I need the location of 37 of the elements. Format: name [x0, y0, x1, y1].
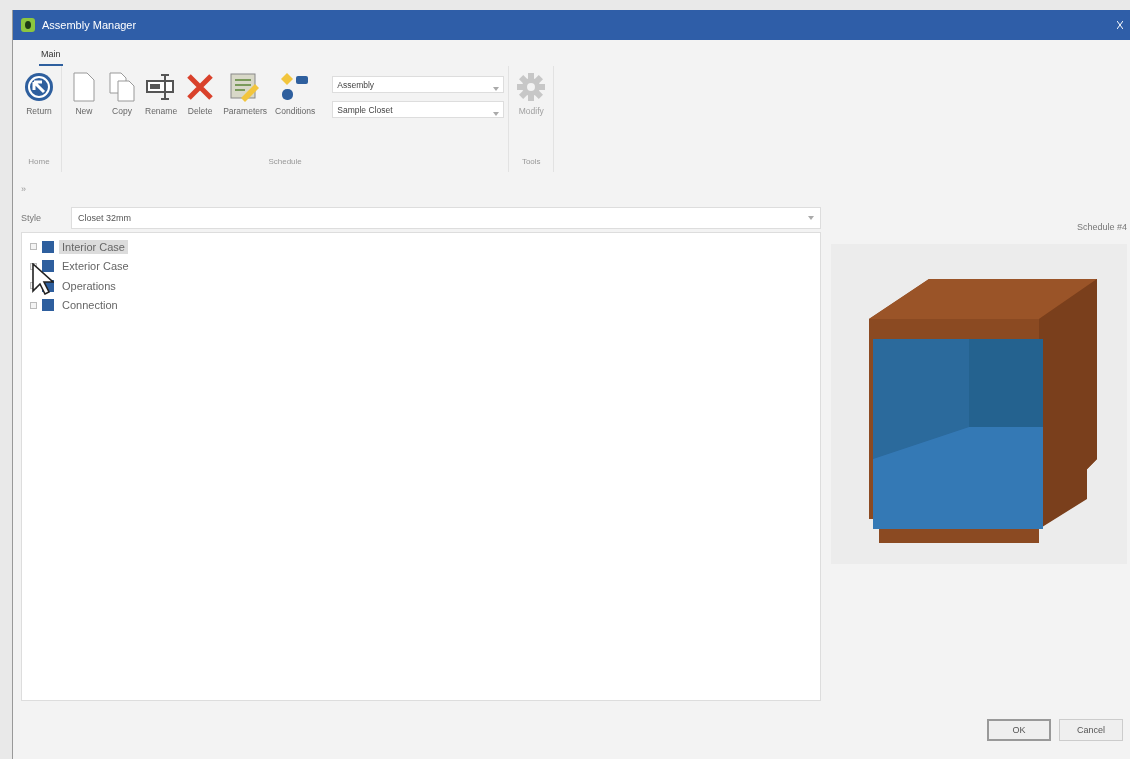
folder-square-icon	[42, 260, 54, 273]
mouse-cursor-icon	[32, 263, 54, 295]
style-dropdown[interactable]: Closet 32mm	[71, 207, 821, 229]
tree-item[interactable]: Operations	[59, 278, 119, 293]
window-title: Assembly Manager	[42, 19, 137, 31]
group-label: Home	[27, 157, 51, 168]
tree-item[interactable]: Exterior Case	[59, 259, 132, 274]
copy-icon	[109, 72, 135, 102]
folder-square-icon	[42, 299, 54, 312]
dropdown[interactable]: Assembly	[332, 76, 505, 93]
blank-page-icon	[72, 72, 96, 102]
ribbon-tab[interactable]: Main	[39, 46, 63, 66]
field-label: Style	[21, 213, 42, 223]
group-label: Schedule	[267, 157, 303, 168]
close-icon[interactable]	[1117, 21, 1123, 29]
dialog-button[interactable]: OK	[987, 719, 1051, 741]
schedule-title: Schedule #4	[1075, 221, 1127, 234]
dialog-button[interactable]: Cancel	[1059, 719, 1123, 741]
expand-toggle[interactable]	[30, 243, 37, 251]
app-logo-icon	[21, 18, 35, 32]
notepad-pencil-icon	[229, 72, 262, 102]
dropdown[interactable]: Sample Closet	[332, 101, 505, 118]
ribbon-button[interactable]: Conditions	[272, 70, 319, 118]
ribbon-button[interactable]: Parameters	[220, 70, 271, 118]
tree-item[interactable]: Connection	[59, 298, 121, 313]
tree-item[interactable]: Interior Case	[59, 239, 128, 254]
ribbon-button[interactable]: Copy	[104, 70, 140, 118]
group-label: Tools	[520, 157, 542, 168]
delete-icon	[186, 72, 215, 102]
ribbon-button[interactable]: Return	[21, 70, 57, 118]
ribbon-button[interactable]: Delete	[182, 70, 219, 118]
ribbon-button[interactable]: Rename	[142, 70, 181, 118]
ribbon-button[interactable]: New	[66, 70, 102, 118]
expand-toggle[interactable]	[30, 301, 37, 309]
settings-icon	[516, 72, 547, 102]
caret-icon	[808, 216, 814, 220]
folder-square-icon	[42, 240, 54, 253]
